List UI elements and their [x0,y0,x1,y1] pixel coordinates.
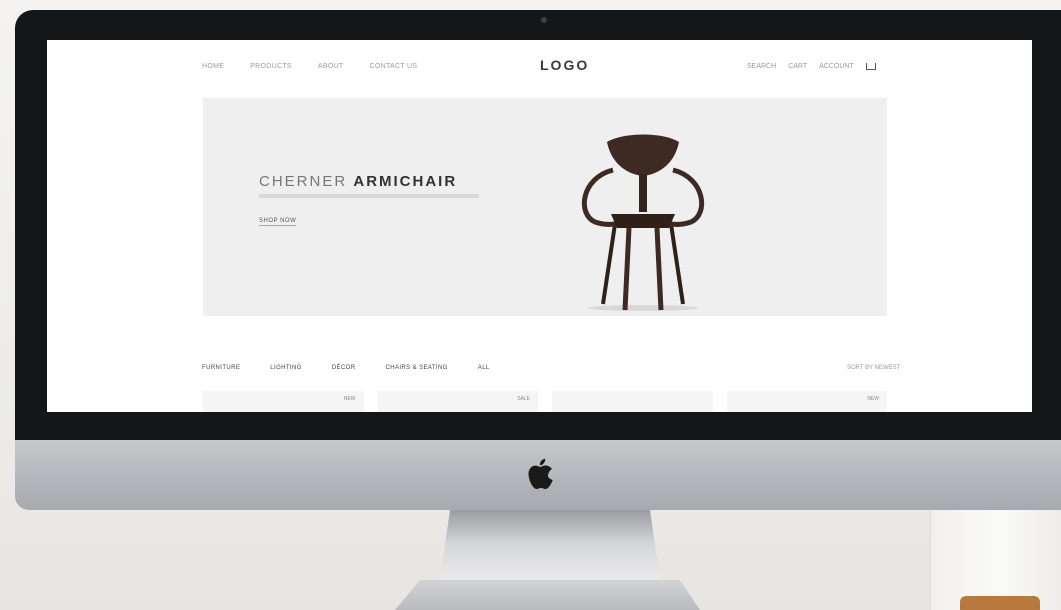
product-card[interactable]: NEW [203,391,364,412]
nav-search-link[interactable]: SEARCH [747,63,776,70]
filter-chairs-seating[interactable]: CHAIRS & SEATING [385,365,447,371]
hero-title-bold: ARMICHAIR [353,173,458,190]
website-screen: HOME PRODUCTS ABOUT CONTACT US LOGO SEAR… [47,40,1032,412]
site-logo[interactable]: LOGO [540,57,589,73]
nav-item-contact[interactable]: CONTACT US [370,63,418,70]
product-card[interactable]: NEW [726,391,887,412]
filter-all[interactable]: ALL [478,365,490,371]
product-card[interactable]: SALE [377,391,538,412]
nav-item-home[interactable]: HOME [202,63,224,70]
hero-title-light: CHERNER [259,173,348,190]
sort-dropdown[interactable]: SORT BY NEWEST [847,365,900,371]
cart-icon[interactable] [865,63,876,70]
product-card[interactable] [552,391,713,412]
product-grid: NEW SALE NEW [203,391,887,412]
apple-logo-icon [528,458,553,489]
main-nav: HOME PRODUCTS ABOUT CONTACT US [202,63,417,70]
category-filters: FURNITURE LIGHTING DÉCOR CHAIRS & SEATIN… [202,365,490,371]
nav-item-about[interactable]: ABOUT [318,63,344,70]
product-mockup-scene: HOME PRODUCTS ABOUT CONTACT US LOGO SEAR… [0,0,1061,610]
filter-furniture[interactable]: FURNITURE [202,365,240,371]
hero-subtitle-bar [259,194,479,198]
product-tag: SALE [517,396,530,402]
utility-nav: SEARCH CART ACCOUNT [747,63,876,70]
nav-item-products[interactable]: PRODUCTS [250,63,292,70]
hero-banner: CHERNER ARMICHAIR SHOP NOW [203,98,887,316]
filter-lighting[interactable]: LIGHTING [270,365,302,371]
armchair-image [581,134,705,311]
nav-account-link[interactable]: ACCOUNT [819,63,854,70]
camera-icon [541,17,547,23]
hero-title: CHERNER ARMICHAIR [259,173,457,190]
product-tag: NEW [343,396,356,402]
product-tag: NEW [867,396,879,402]
nav-cart-link[interactable]: CART [788,63,807,70]
filter-decor[interactable]: DÉCOR [332,365,356,371]
shop-now-button[interactable]: SHOP NOW [259,218,297,226]
